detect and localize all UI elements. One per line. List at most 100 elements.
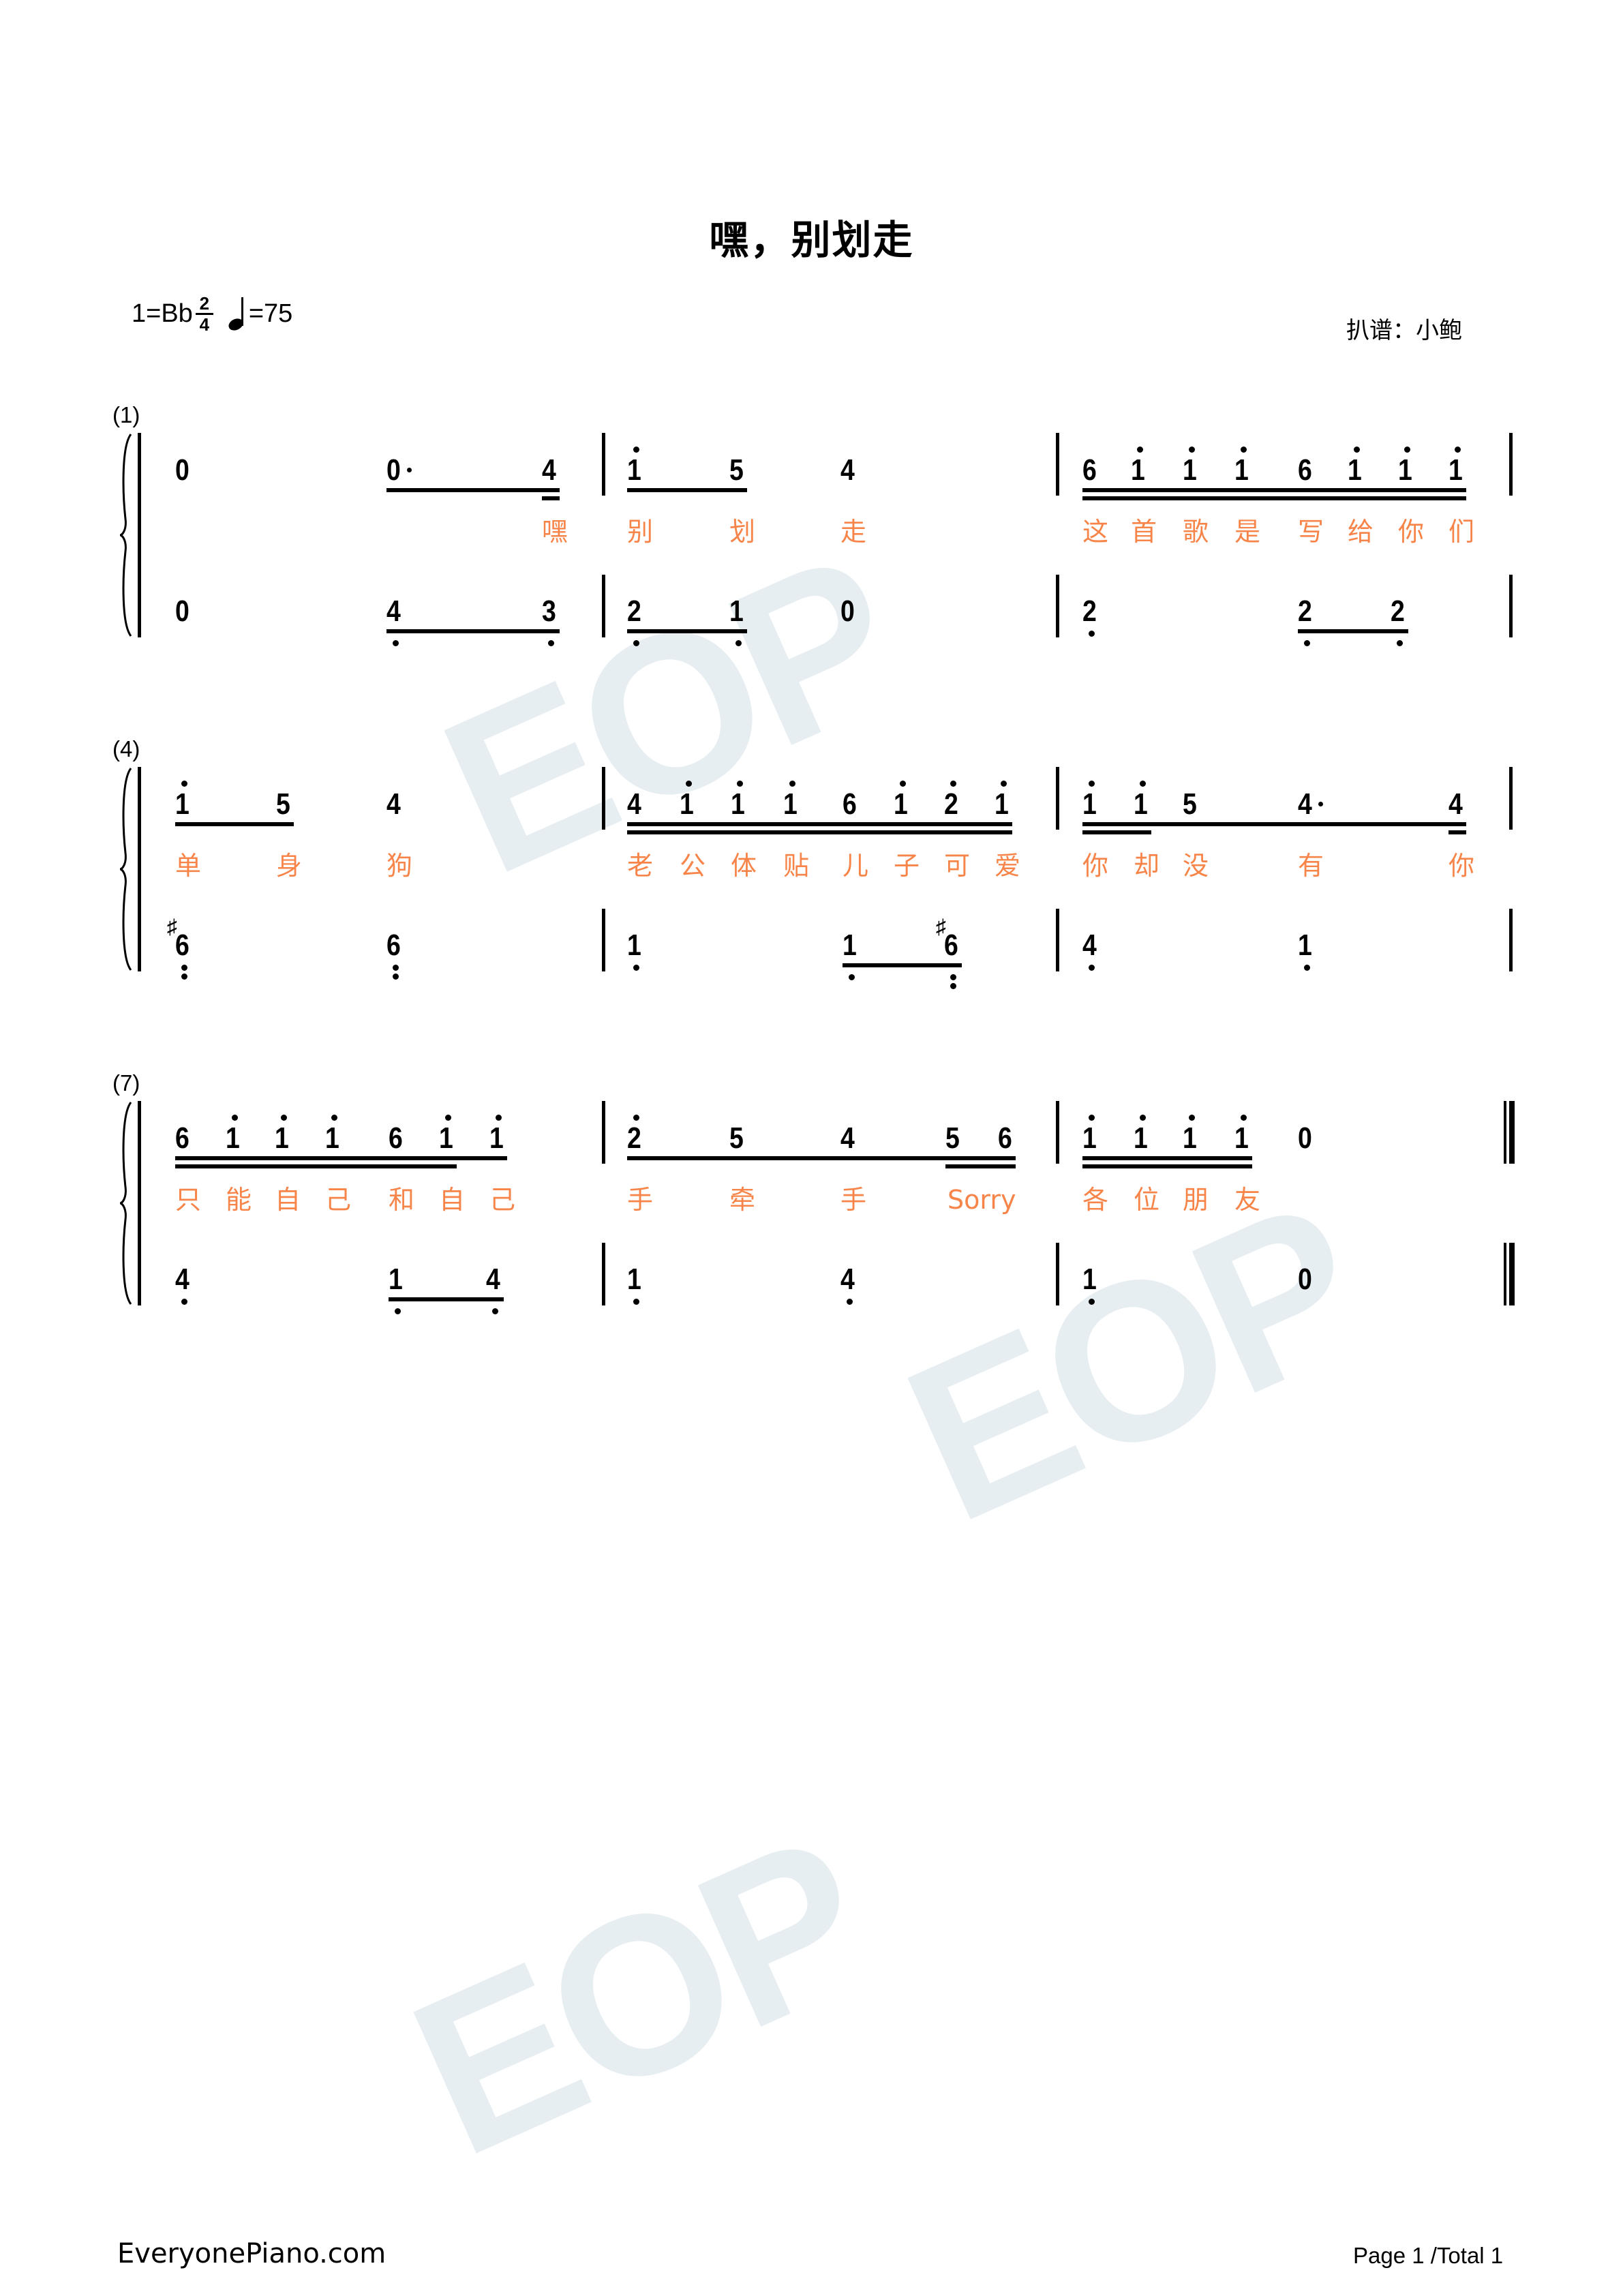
lyric-syllable: 写	[1298, 517, 1324, 547]
barline	[1509, 909, 1513, 971]
lyric-syllable: 可	[944, 851, 971, 881]
treble-note: 0	[1298, 1121, 1312, 1155]
final-barline-thin	[1504, 1243, 1506, 1305]
beam-line	[1082, 1164, 1252, 1168]
treble-note: 4	[1448, 787, 1463, 821]
treble-note: 1	[1082, 1121, 1097, 1155]
beam-line	[1298, 629, 1408, 633]
lyric-syllable: 爱	[995, 851, 1021, 881]
lyric-syllable: 体	[731, 851, 757, 881]
barline	[602, 1243, 605, 1305]
barline	[1509, 433, 1513, 496]
low-octave-dot	[950, 983, 956, 989]
barline	[602, 433, 605, 496]
beam-line	[627, 830, 1012, 834]
beam-line	[1082, 822, 1466, 826]
barline	[1056, 909, 1059, 971]
system-number: (7)	[112, 1070, 140, 1096]
beam-line	[945, 1164, 1016, 1168]
high-octave-dot	[181, 781, 187, 787]
score-title: 嘿，别划走	[709, 217, 914, 263]
barline	[602, 767, 605, 830]
treble-note: 4	[386, 787, 401, 821]
low-octave-dot	[633, 965, 639, 971]
beam-line	[627, 822, 1012, 826]
low-octave-dot	[735, 640, 742, 646]
high-octave-dot	[1189, 1115, 1195, 1121]
low-octave-dot	[633, 640, 639, 646]
treble-note: 1	[1348, 453, 1362, 487]
lyric-syllable: 公	[680, 851, 706, 881]
lyric-syllable: 只	[175, 1185, 202, 1215]
high-octave-dot	[1241, 447, 1247, 453]
lyric-syllable: 划	[729, 517, 756, 547]
bass-note: 4	[840, 1263, 855, 1296]
low-octave-dot	[1397, 640, 1403, 646]
treble-note: 5	[729, 453, 744, 487]
time-signature: 2 4	[195, 294, 213, 335]
low-octave-dot	[1089, 965, 1095, 971]
beam-line	[1082, 488, 1466, 492]
lyric-syllable: 身	[276, 851, 303, 881]
beam-line	[627, 488, 747, 492]
low-octave-dot	[548, 640, 554, 646]
treble-note: 1	[1398, 453, 1412, 487]
treble-note: 4	[627, 787, 641, 821]
bass-note: 0	[175, 594, 189, 628]
watermark-eop: EOP	[380, 1788, 898, 2203]
lyric-syllable: 你	[1082, 851, 1109, 881]
quarter-note-icon	[226, 297, 249, 333]
beam-line	[386, 629, 560, 633]
treble-note: 1	[439, 1121, 453, 1155]
low-octave-dot	[849, 974, 855, 980]
barline	[602, 575, 605, 637]
lyric-syllable: 给	[1348, 517, 1374, 547]
treble-note: 5	[945, 1121, 960, 1155]
sharp-icon: ♯	[167, 916, 177, 938]
augmentation-dot	[407, 468, 412, 472]
high-octave-dot	[900, 781, 906, 787]
brace-icon	[119, 768, 132, 971]
high-octave-dot	[1001, 781, 1007, 787]
beam-line	[386, 488, 560, 492]
beam-line	[542, 496, 560, 500]
bass-note: 2	[627, 594, 641, 628]
lyric-syllable: 和	[389, 1185, 415, 1215]
high-octave-dot	[1404, 447, 1410, 453]
treble-note: 2	[627, 1121, 641, 1155]
treble-note: 5	[276, 787, 290, 821]
bass-note: 4	[175, 1263, 189, 1296]
lyric-syllable: 手	[840, 1185, 867, 1215]
lyric-syllable: 各	[1082, 1185, 1109, 1215]
treble-note: 1	[680, 787, 694, 821]
treble-note: 1	[489, 1121, 504, 1155]
treble-note: 0	[175, 453, 189, 487]
treble-note: 1	[1134, 1121, 1148, 1155]
low-octave-dot	[950, 974, 956, 980]
treble-note: 1	[275, 1121, 289, 1155]
low-octave-dot	[1089, 631, 1095, 637]
time-signature-bottom: 4	[199, 314, 210, 335]
lyric-syllable: 嘿	[542, 517, 568, 547]
treble-note: 5	[1183, 787, 1197, 821]
low-octave-dot	[393, 973, 399, 980]
bass-note: 1	[1298, 928, 1312, 962]
treble-note: 1	[226, 1121, 240, 1155]
bass-note: 2	[1082, 594, 1097, 628]
footer-page-number: Page 1 /Total 1	[1353, 2243, 1504, 2268]
high-octave-dot	[281, 1115, 287, 1121]
barline	[1056, 1243, 1059, 1305]
barline	[1056, 575, 1059, 637]
lyric-syllable: 狗	[386, 851, 413, 881]
sharp-icon: ♯	[936, 916, 946, 938]
treble-note: 2	[944, 787, 958, 821]
low-octave-dot	[847, 1299, 853, 1305]
high-octave-dot	[1354, 447, 1360, 453]
bass-note: 6	[944, 928, 958, 962]
lyric-syllable: 手	[627, 1185, 654, 1215]
treble-note: 1	[1183, 453, 1197, 487]
barline	[1056, 1101, 1059, 1164]
lyric-syllable: 牵	[729, 1185, 756, 1215]
high-octave-dot	[737, 781, 743, 787]
low-octave-dot	[393, 640, 399, 646]
